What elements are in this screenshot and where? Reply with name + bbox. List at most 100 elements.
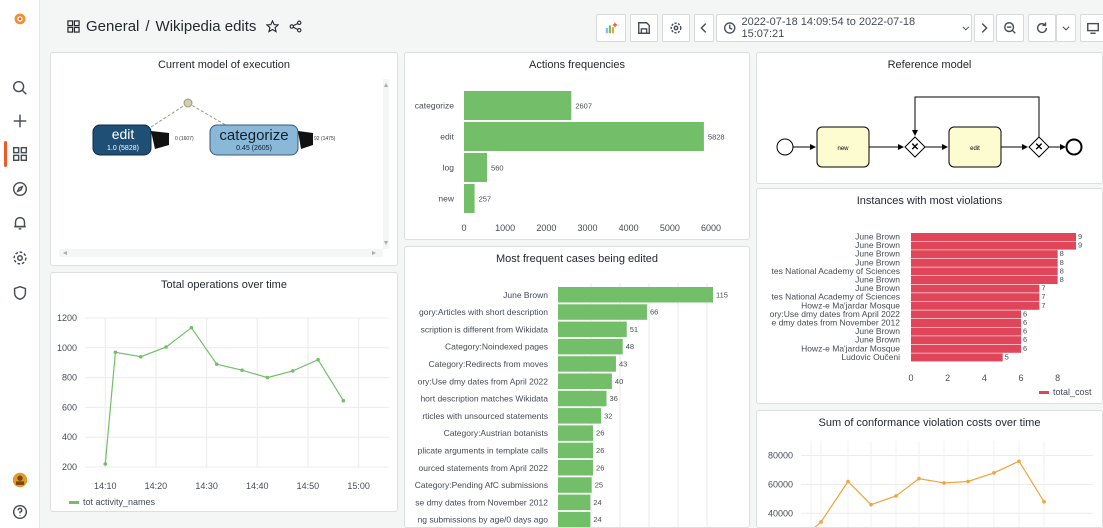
bar[interactable] bbox=[558, 390, 607, 407]
data-point[interactable] bbox=[819, 520, 823, 524]
data-point[interactable] bbox=[894, 494, 898, 498]
dashboard-settings-button[interactable] bbox=[662, 14, 690, 42]
dashboards-icon[interactable] bbox=[0, 142, 40, 166]
shield-icon[interactable] bbox=[0, 281, 40, 305]
x-tick-label: 6000 bbox=[701, 223, 721, 233]
bar[interactable] bbox=[558, 356, 616, 372]
data-point[interactable] bbox=[1042, 499, 1046, 504]
x-tick-label: 14:30 bbox=[195, 481, 218, 491]
data-point[interactable] bbox=[214, 362, 219, 366]
time-range-picker[interactable]: 2022-07-18 14:09:54 to 2022-07-18 15:07:… bbox=[716, 14, 972, 42]
data-point[interactable] bbox=[341, 398, 346, 403]
data-point[interactable] bbox=[240, 368, 244, 372]
save-dashboard-button[interactable] bbox=[630, 14, 658, 42]
help-icon[interactable] bbox=[0, 500, 40, 524]
tv-mode-button[interactable] bbox=[1080, 14, 1103, 42]
data-point[interactable] bbox=[917, 476, 921, 481]
x-tick-label: 14:20 bbox=[145, 481, 168, 491]
category-label: ory:Use dmy dates from April 2022 bbox=[418, 376, 549, 386]
data-point[interactable] bbox=[103, 462, 108, 466]
bar[interactable] bbox=[558, 425, 594, 441]
bar[interactable] bbox=[911, 327, 1021, 336]
alerting-icon[interactable] bbox=[0, 211, 40, 235]
bar[interactable] bbox=[464, 184, 475, 213]
data-point[interactable] bbox=[113, 350, 118, 355]
add-panel-button[interactable] bbox=[596, 14, 626, 42]
refresh-button[interactable] bbox=[1028, 14, 1056, 42]
share-icon[interactable] bbox=[289, 20, 302, 33]
x-tick-label: 1000 bbox=[495, 223, 515, 233]
refresh-interval-dropdown[interactable] bbox=[1056, 14, 1076, 42]
bar[interactable] bbox=[558, 338, 623, 355]
search-icon[interactable] bbox=[0, 76, 40, 100]
time-forward-button[interactable] bbox=[974, 14, 994, 42]
x-tick-label: 15:00 bbox=[347, 481, 370, 491]
bar[interactable] bbox=[558, 304, 647, 320]
bar[interactable] bbox=[558, 494, 591, 511]
bar[interactable] bbox=[558, 511, 591, 528]
explore-icon[interactable] bbox=[0, 177, 40, 201]
bar[interactable] bbox=[911, 241, 1076, 250]
bar[interactable] bbox=[558, 442, 594, 459]
horizontal-scrollbar[interactable] bbox=[59, 249, 383, 257]
breadcrumb-folder[interactable]: General bbox=[86, 18, 139, 35]
data-point[interactable] bbox=[869, 502, 873, 507]
bar[interactable] bbox=[558, 321, 627, 338]
bar[interactable] bbox=[464, 153, 488, 182]
bar[interactable] bbox=[911, 301, 1040, 310]
legend-label: tot activity_names bbox=[83, 497, 156, 507]
bar[interactable] bbox=[558, 408, 602, 424]
bar[interactable] bbox=[911, 310, 1021, 319]
value-label: 36 bbox=[610, 394, 618, 403]
data-point[interactable] bbox=[316, 357, 320, 362]
grafana-logo-icon[interactable] bbox=[0, 6, 40, 30]
time-back-button[interactable] bbox=[694, 14, 714, 42]
edge-label: 92 (1475) bbox=[314, 136, 336, 142]
bar[interactable] bbox=[464, 91, 572, 120]
data-point[interactable] bbox=[1017, 459, 1021, 464]
vertical-scrollbar[interactable] bbox=[383, 79, 389, 249]
bar[interactable] bbox=[911, 293, 1040, 302]
bar[interactable] bbox=[558, 477, 592, 493]
data-point[interactable] bbox=[189, 325, 194, 330]
bar[interactable] bbox=[911, 276, 1058, 284]
bar[interactable] bbox=[911, 284, 1040, 293]
zoom-out-button[interactable] bbox=[996, 14, 1024, 42]
data-point[interactable] bbox=[846, 479, 850, 484]
bar[interactable] bbox=[558, 287, 713, 303]
legend-item[interactable]: tot activity_names bbox=[69, 497, 155, 507]
bar[interactable] bbox=[911, 353, 1003, 362]
category-label: plicate arguments in template calls bbox=[418, 445, 548, 455]
dashboard-title[interactable]: Wikipedia edits bbox=[156, 18, 257, 35]
user-avatar-icon[interactable] bbox=[0, 468, 40, 492]
bar[interactable] bbox=[911, 258, 1058, 267]
bar[interactable] bbox=[558, 460, 594, 476]
graph-edge bbox=[150, 102, 189, 128]
panel-frequent-cases: Most frequent cases being edited June Br… bbox=[404, 246, 750, 528]
bar[interactable] bbox=[911, 336, 1021, 345]
chevron-down-icon bbox=[962, 26, 970, 31]
bar[interactable] bbox=[911, 319, 1021, 327]
data-point[interactable] bbox=[138, 354, 143, 359]
bar[interactable] bbox=[558, 373, 612, 390]
category-label: rticles with unsourced statements bbox=[422, 411, 548, 421]
conformance-chart: 40000 60000 80000 bbox=[768, 441, 1093, 527]
legend-item[interactable]: total_cost bbox=[1039, 387, 1092, 397]
data-point[interactable] bbox=[290, 369, 295, 373]
bar[interactable] bbox=[911, 233, 1076, 241]
data-point[interactable] bbox=[164, 345, 168, 349]
panel-instances-violations: Instances with most violations June Brow… bbox=[756, 188, 1103, 404]
data-point[interactable] bbox=[942, 481, 946, 485]
settings-icon[interactable] bbox=[0, 246, 40, 270]
plus-icon[interactable] bbox=[0, 109, 40, 133]
panel-current-model: Current model of execution edit 1.0 (582… bbox=[50, 52, 398, 266]
data-point[interactable] bbox=[992, 471, 996, 475]
bar[interactable] bbox=[464, 122, 704, 151]
category-label: se dmy dates from November 2012 bbox=[415, 497, 548, 507]
data-point[interactable] bbox=[265, 375, 270, 380]
bar[interactable] bbox=[911, 250, 1058, 259]
bar[interactable] bbox=[911, 267, 1058, 276]
data-point[interactable] bbox=[966, 479, 970, 484]
category-label: categorize bbox=[415, 101, 454, 111]
star-icon[interactable] bbox=[266, 20, 280, 33]
